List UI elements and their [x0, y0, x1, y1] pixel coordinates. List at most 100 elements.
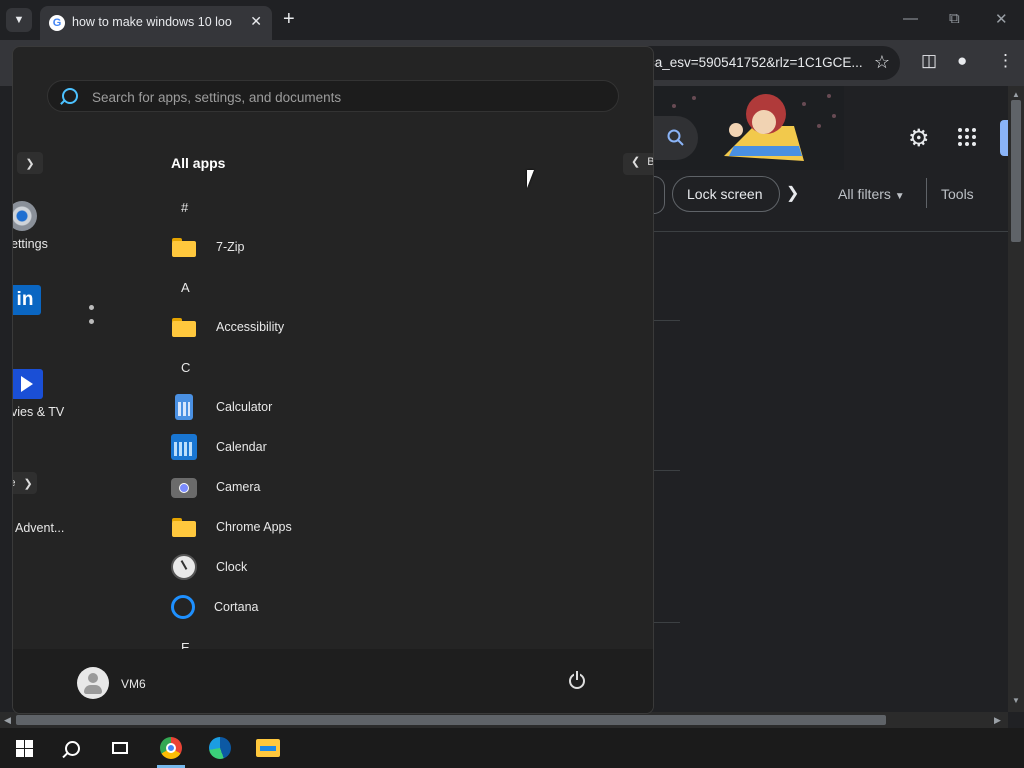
letter-header[interactable]: C: [171, 347, 591, 387]
browser-menu-icon[interactable]: ⋮: [997, 51, 1014, 71]
folder-icon: [171, 234, 197, 260]
app-name: Accessibility: [216, 320, 285, 334]
apps-list: #7-Zip A Accessibility C Calculator Calendar C…: [171, 187, 591, 651]
filter-chip-lock-screen[interactable]: Lock screen: [672, 176, 780, 212]
tab-title: how to make windows 10 look: [72, 15, 232, 29]
divider: [654, 320, 680, 321]
app-list-item[interactable]: 7-Zip: [171, 227, 591, 267]
app-list-item[interactable]: Calendar: [171, 427, 591, 467]
pinned-next-page-button[interactable]: ❯: [17, 152, 43, 174]
partial-label: e: [13, 477, 15, 489]
app-list-item[interactable]: Calculator: [171, 387, 591, 427]
window-close-button[interactable]: ✕: [995, 10, 1008, 28]
vertical-scrollbar[interactable]: ▲ ▼: [1008, 86, 1024, 712]
movies-tv-icon[interactable]: [13, 369, 43, 399]
browser-tab[interactable]: G how to make windows 10 look ✕: [40, 6, 272, 40]
taskbar-file-explorer[interactable]: [244, 728, 292, 768]
windows-logo-icon: [15, 739, 33, 757]
restore-button[interactable]: ⧉: [949, 10, 960, 27]
dropdown-arrow-icon: ▼: [894, 191, 905, 202]
app-name: Clock: [216, 560, 248, 574]
minimize-button[interactable]: —: [903, 10, 918, 27]
browser-title-bar: ▼ G how to make windows 10 look ✕ + — ⧉ …: [0, 0, 1024, 40]
divider: [654, 231, 1008, 232]
cortana-icon: [171, 595, 195, 619]
search-icon: [62, 88, 78, 104]
edge-icon: [209, 737, 231, 759]
start-button[interactable]: [0, 728, 48, 768]
user-name[interactable]: VM6: [121, 677, 146, 691]
back-button[interactable]: ❮ B: [623, 153, 653, 175]
new-tab-button[interactable]: +: [283, 8, 295, 31]
letter-header[interactable]: A: [171, 267, 591, 307]
file-explorer-icon: [256, 739, 280, 757]
scroll-left-icon[interactable]: ◀: [4, 715, 11, 726]
camera-icon: [171, 478, 197, 498]
app-name: Chrome Apps: [216, 520, 292, 534]
app-list-item[interactable]: Clock: [171, 547, 591, 587]
scroll-up-icon[interactable]: ▲: [1012, 90, 1020, 99]
app-list-item[interactable]: Camera: [171, 467, 591, 507]
recommended-item-label[interactable]: Advent...: [15, 521, 64, 535]
task-view-button[interactable]: [96, 728, 144, 768]
folder-icon: [171, 514, 197, 540]
app-name: Camera: [216, 480, 261, 494]
divider: [654, 470, 680, 471]
app-list-item[interactable]: Cortana: [171, 587, 591, 627]
horizontal-scrollbar[interactable]: ◀ ▶: [0, 712, 1008, 728]
settings-icon[interactable]: [13, 201, 37, 231]
vertical-scroll-thumb[interactable]: [1011, 100, 1021, 242]
recommended-more-button[interactable]: e❯: [13, 472, 37, 494]
horizontal-scroll-thumb[interactable]: [16, 715, 886, 725]
taskbar-search-button[interactable]: [48, 728, 96, 768]
all-filters-dropdown[interactable]: All filters ▼: [838, 186, 905, 202]
settings-gear-icon[interactable]: ⚙: [908, 124, 930, 153]
google-favicon-icon: G: [49, 15, 65, 31]
calculator-icon: [175, 394, 193, 420]
linkedin-icon[interactable]: in: [13, 285, 41, 315]
letter-header[interactable]: #: [171, 187, 591, 227]
power-icon[interactable]: [569, 671, 585, 689]
profile-icon[interactable]: ●: [957, 51, 967, 71]
app-name: Cortana: [214, 600, 259, 614]
taskbar: [0, 728, 1024, 768]
start-search-box[interactable]: [47, 80, 619, 113]
user-avatar[interactable]: [77, 667, 109, 699]
search-submit-button[interactable]: [654, 116, 698, 160]
side-panel-icon[interactable]: ◫: [921, 51, 937, 71]
all-filters-label: All filters: [838, 186, 891, 202]
app-list-item[interactable]: Accessibility: [171, 307, 591, 347]
task-view-icon: [112, 742, 128, 754]
calendar-icon: [171, 434, 197, 460]
taskbar-edge[interactable]: [196, 728, 244, 768]
start-search-input[interactable]: [90, 81, 594, 113]
chrome-icon: [160, 737, 182, 759]
scroll-right-icon[interactable]: ▶: [994, 715, 1001, 726]
filter-chip[interactable]: [654, 176, 665, 214]
search-icon: [667, 129, 684, 146]
all-apps-heading: All apps: [171, 155, 226, 171]
app-name: Calendar: [216, 440, 267, 454]
google-apps-icon[interactable]: [958, 128, 976, 146]
tools-button[interactable]: Tools: [926, 178, 974, 208]
letter-header-label: #: [181, 199, 189, 215]
scroll-down-icon[interactable]: ▼: [1012, 696, 1020, 705]
divider: [654, 622, 680, 623]
clock-icon: [171, 554, 197, 580]
page-indicator[interactable]: [89, 305, 94, 333]
tab-close-icon[interactable]: ✕: [250, 13, 262, 30]
url-text: ca_esv=590541752&rlz=1C1GCE...: [648, 55, 863, 70]
chevron-right-icon[interactable]: ❯: [786, 183, 799, 203]
folder-icon: [171, 314, 197, 340]
bookmark-star-icon[interactable]: ☆: [874, 52, 890, 73]
letter-header-label: A: [181, 279, 190, 295]
account-button[interactable]: [1000, 120, 1008, 156]
letter-header[interactable]: E: [171, 627, 591, 652]
app-list-item[interactable]: Chrome Apps: [171, 507, 591, 547]
start-footer: VM6: [13, 649, 653, 713]
mouse-cursor: [527, 170, 541, 188]
pinned-movies-label[interactable]: vies & TV: [13, 405, 64, 419]
pinned-settings-label[interactable]: ettings: [13, 237, 48, 251]
tab-search-button[interactable]: ▼: [6, 8, 32, 32]
taskbar-chrome[interactable]: [147, 728, 195, 768]
